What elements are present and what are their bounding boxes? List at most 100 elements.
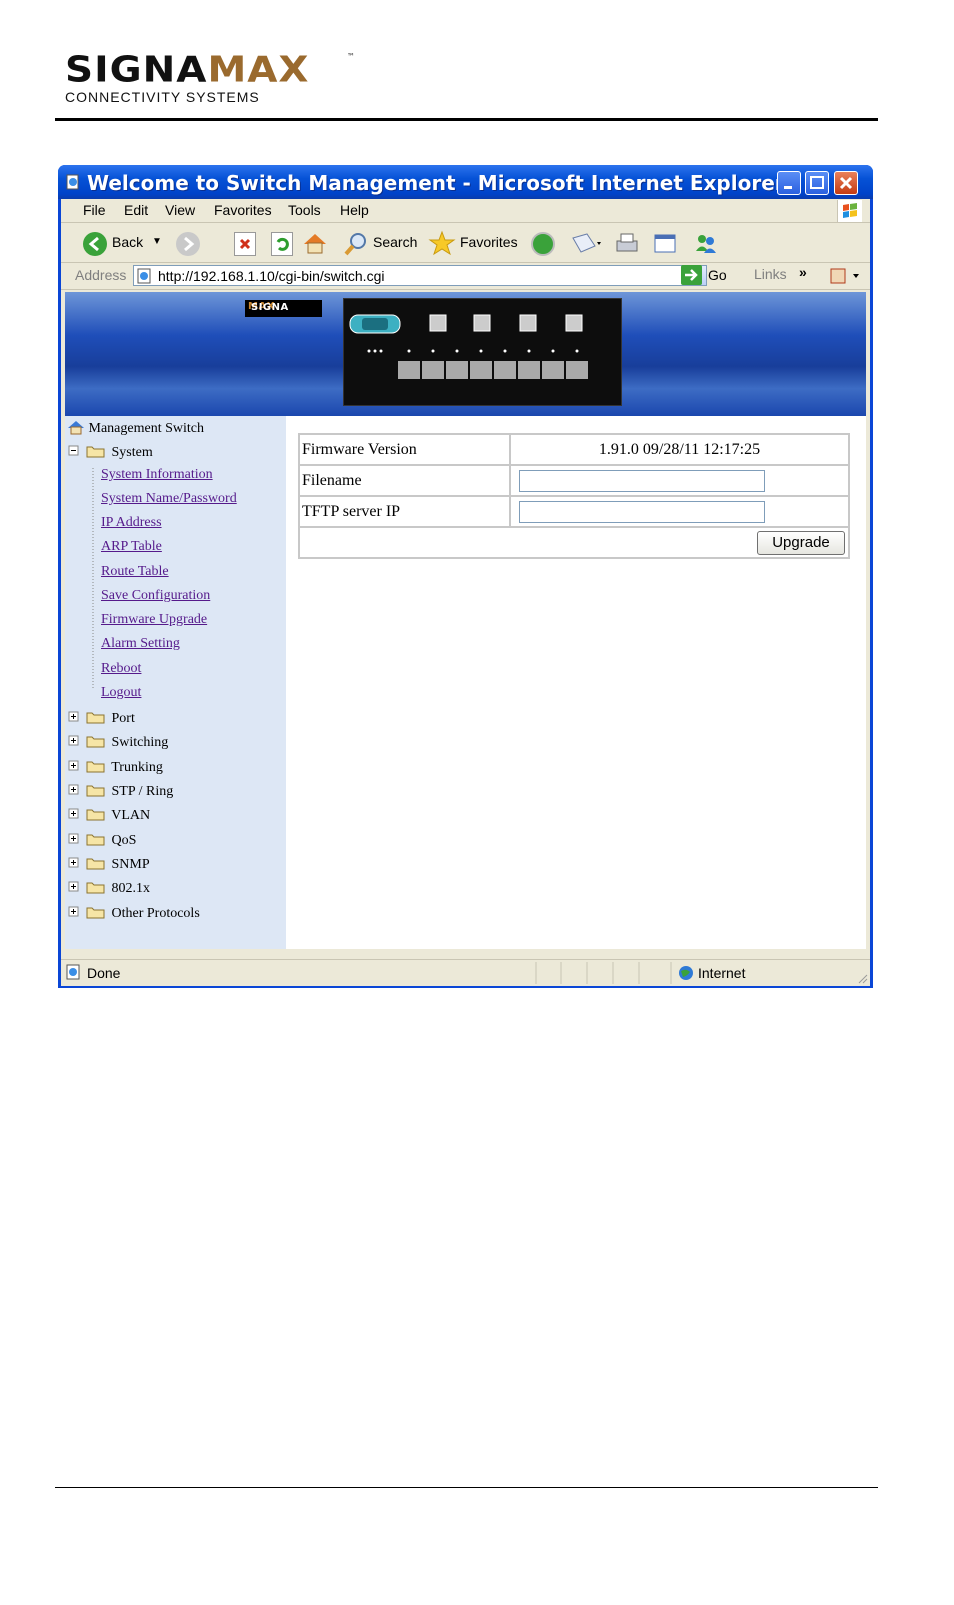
- tree-connector-lines: [92, 468, 94, 690]
- tree-folder-vlan[interactable]: VLAN: [68, 806, 150, 828]
- tree-folder-switching-label: Switching: [111, 735, 169, 750]
- print-icon[interactable]: [614, 231, 640, 257]
- navigation-tree: Management Switch System System Informat…: [65, 416, 286, 949]
- folder-closed-icon: [68, 808, 105, 821]
- folder-closed-icon: [68, 735, 105, 748]
- web-page: SIGNA MAX Management Switch System Syste…: [65, 292, 866, 949]
- favorites-star-icon[interactable]: [428, 230, 456, 256]
- firmware-upgrade-table: Firmware Version 1.91.0 09/28/11 12:17:2…: [298, 433, 850, 559]
- favorites-button[interactable]: Favorites: [460, 234, 518, 250]
- search-icon[interactable]: [343, 231, 369, 257]
- resize-grip-icon[interactable]: [856, 972, 868, 984]
- tree-folder-snmp[interactable]: SNMP: [68, 855, 150, 877]
- menu-tools[interactable]: Tools: [288, 202, 321, 218]
- refresh-icon[interactable]: [271, 232, 293, 256]
- tree-folder-switching[interactable]: Switching: [68, 733, 168, 755]
- tree-item-alarm-setting[interactable]: Alarm Setting: [101, 636, 180, 658]
- status-bar: Done Internet: [61, 959, 870, 986]
- tree-folder-stp-ring-label: STP / Ring: [111, 784, 174, 799]
- tree-item-firmware-upgrade[interactable]: Firmware Upgrade: [101, 612, 207, 634]
- tree-item-arp-table[interactable]: ARP Table: [101, 539, 162, 561]
- address-bar: Address http://192.168.1.10/cgi-bin/swit…: [61, 263, 870, 290]
- maximize-button[interactable]: [805, 171, 829, 195]
- ie-page-icon: [66, 174, 79, 190]
- minimize-icon: [784, 186, 792, 189]
- switch-front-panel-image: [343, 298, 622, 406]
- filename-label: Filename: [299, 465, 510, 496]
- go-button[interactable]: Go: [708, 267, 727, 283]
- switch-banner: SIGNA MAX: [65, 292, 866, 416]
- history-icon[interactable]: [531, 232, 555, 256]
- menu-edit[interactable]: Edit: [124, 202, 148, 218]
- folder-closed-icon: [68, 711, 105, 724]
- tree-item-system-name-password[interactable]: System Name/Password: [101, 491, 237, 513]
- banner-logo: SIGNA MAX: [245, 300, 322, 317]
- tftp-server-ip-input[interactable]: [519, 500, 765, 523]
- tree-folder-system[interactable]: System: [68, 443, 153, 465]
- logo-subtitle: CONNECTIVITY SYSTEMS: [65, 89, 260, 105]
- messenger-icon[interactable]: [693, 231, 719, 255]
- header-rule: [55, 118, 878, 121]
- address-label: Address: [75, 267, 127, 283]
- minimize-button[interactable]: [777, 171, 801, 195]
- close-button[interactable]: [834, 171, 858, 195]
- search-button[interactable]: Search: [373, 234, 417, 250]
- links-chevron-icon[interactable]: »: [799, 264, 807, 280]
- menu-favorites[interactable]: Favorites: [214, 202, 272, 218]
- tree-root-label: Management Switch: [88, 421, 204, 436]
- firmware-version-label: Firmware Version: [299, 434, 510, 465]
- tree-folder-qos-label: QoS: [111, 833, 137, 848]
- tree-item-system-information[interactable]: System Information: [101, 467, 213, 489]
- footer-rule: [55, 1487, 878, 1488]
- tree-item-ip-address[interactable]: IP Address: [101, 515, 162, 537]
- ie-page-icon: [66, 964, 80, 980]
- tree-folder-trunking[interactable]: Trunking: [68, 758, 163, 780]
- tree-item-route-table[interactable]: Route Table: [101, 564, 169, 586]
- tree-folder-port[interactable]: Port: [68, 709, 135, 731]
- windows-flag-icon: [837, 200, 862, 222]
- tree-item-reboot[interactable]: Reboot: [101, 661, 141, 683]
- home-icon[interactable]: [302, 231, 328, 255]
- links-label[interactable]: Links: [754, 266, 787, 282]
- menu-bar: File Edit View Favorites Tools Help: [61, 199, 870, 223]
- back-dropdown-icon[interactable]: ▼: [152, 236, 162, 247]
- go-arrow-icon[interactable]: [681, 265, 702, 285]
- tree-item-save-configuration[interactable]: Save Configuration: [101, 588, 210, 610]
- main-content: Firmware Version 1.91.0 09/28/11 12:17:2…: [286, 416, 866, 949]
- mail-icon[interactable]: [571, 232, 601, 256]
- tree-folder-qos[interactable]: QoS: [68, 831, 136, 853]
- edit-icon[interactable]: [653, 233, 679, 255]
- menu-view[interactable]: View: [165, 202, 195, 218]
- tree-folder-8021x[interactable]: 802.1x: [68, 879, 150, 901]
- tree-folder-port-label: Port: [111, 711, 135, 726]
- forward-arrow-icon[interactable]: [176, 232, 200, 256]
- logo-main-text: SIGNA: [65, 49, 208, 91]
- title-bar[interactable]: Welcome to Switch Management - Microsoft…: [58, 165, 873, 199]
- folder-closed-icon: [68, 760, 105, 773]
- folder-closed-icon: [68, 906, 105, 919]
- folder-closed-icon: [68, 833, 105, 846]
- upgrade-button[interactable]: Upgrade: [757, 530, 845, 555]
- tree-folder-other-protocols[interactable]: Other Protocols: [68, 904, 200, 926]
- folder-closed-icon: [68, 784, 105, 797]
- menu-file[interactable]: File: [83, 202, 106, 218]
- logo-accent-text: MAX: [207, 49, 310, 91]
- close-icon: [839, 176, 853, 190]
- folder-closed-icon: [68, 881, 105, 894]
- menu-help[interactable]: Help: [340, 202, 369, 218]
- tree-folder-trunking-label: Trunking: [111, 760, 163, 775]
- tftp-server-ip-label: TFTP server IP: [299, 496, 510, 527]
- folder-open-icon: [68, 445, 105, 458]
- tree-item-logout[interactable]: Logout: [101, 685, 141, 707]
- toolbar-options-icon[interactable]: [829, 266, 863, 286]
- status-panels: [535, 962, 672, 984]
- filename-input[interactable]: [519, 469, 765, 492]
- security-zone-text: Internet: [698, 965, 746, 981]
- back-button[interactable]: Back: [112, 234, 143, 250]
- stop-icon[interactable]: [234, 232, 256, 256]
- home-icon: [68, 421, 84, 435]
- back-arrow-icon[interactable]: [83, 232, 107, 256]
- tree-root[interactable]: Management Switch: [67, 419, 204, 441]
- address-input[interactable]: http://192.168.1.10/cgi-bin/switch.cgi: [133, 265, 707, 286]
- tree-folder-stp-ring[interactable]: STP / Ring: [68, 782, 173, 804]
